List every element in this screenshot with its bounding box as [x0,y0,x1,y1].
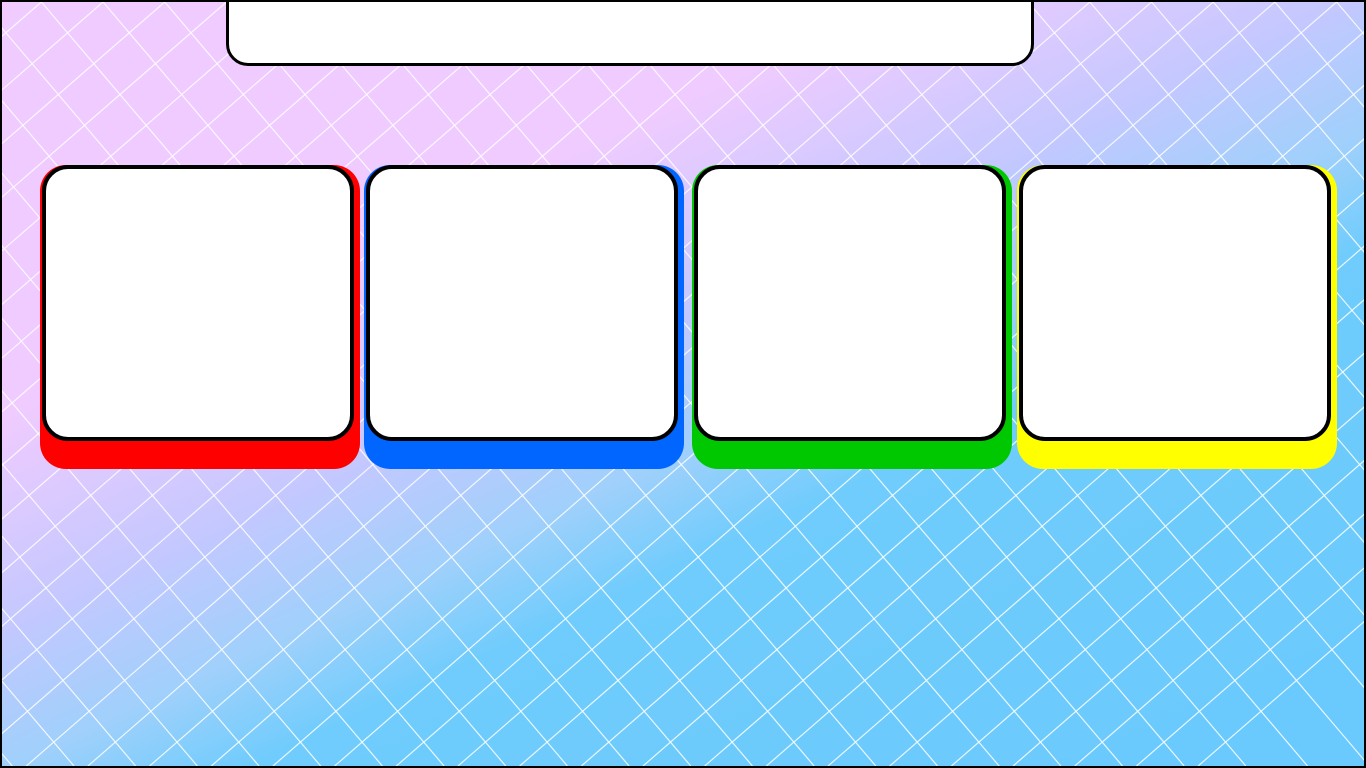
grid-line [2,752,13,766]
answer-card-yellow-face[interactable] [1019,165,1331,441]
game-board [0,0,1366,768]
grid-line [1336,2,1364,36]
answer-card-blue[interactable] [364,165,684,469]
answer-card-green-face[interactable] [694,165,1006,441]
answer-card-yellow[interactable] [1017,165,1337,469]
grid-line [2,2,42,38]
answer-card-blue-face[interactable] [366,165,678,441]
answer-card-green[interactable] [692,165,1012,469]
question-prompt-box [226,2,1034,66]
answer-card-red[interactable] [40,165,360,469]
answer-card-red-face[interactable] [42,165,354,441]
